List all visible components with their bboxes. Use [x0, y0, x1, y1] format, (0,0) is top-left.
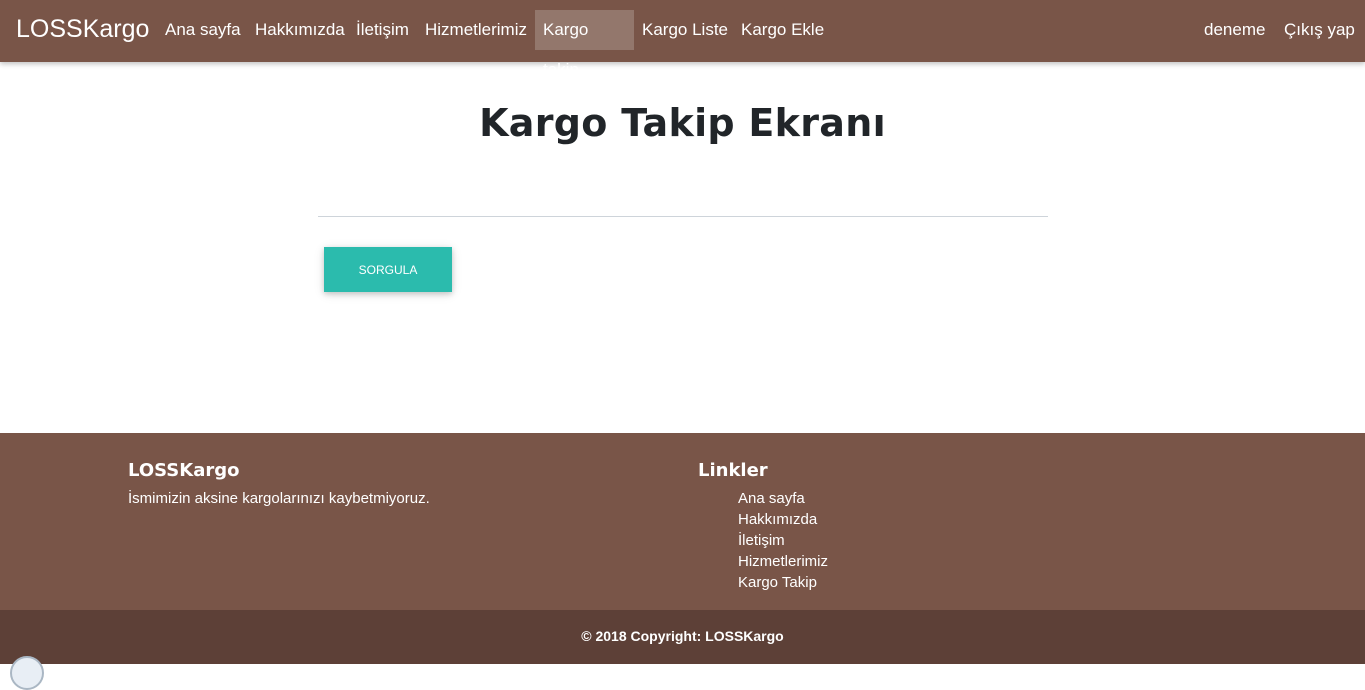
footer-link-ana-sayfa[interactable]: Ana sayfa — [738, 490, 805, 507]
footer-link-hizmetlerimiz[interactable]: Hizmetlerimiz — [738, 553, 828, 570]
tracking-number-input[interactable] — [318, 180, 1048, 217]
nav-link-kargo-ekle[interactable]: Kargo Ekle — [733, 10, 832, 50]
copyright-text: © 2018 Copyright: LOSSKargo — [581, 628, 784, 644]
page-title: Kargo Takip Ekranı — [479, 101, 886, 145]
footer-brand-title: LOSSKargo — [128, 460, 240, 481]
footer-links-list: Ana sayfa Hakkımızda İletişim Hizmetleri… — [738, 490, 828, 595]
footer-tagline: İsmimizin aksine kargolarınızı kaybetmiy… — [128, 490, 430, 507]
nav-link-kargo-liste[interactable]: Kargo Liste — [634, 10, 736, 50]
nav-link-hizmetlerimiz[interactable]: Hizmetlerimiz — [417, 10, 535, 50]
footer-link-item: İletişim — [738, 532, 828, 553]
footer-link-item: Hizmetlerimiz — [738, 553, 828, 574]
nav-link-ana-sayfa[interactable]: Ana sayfa — [157, 10, 249, 50]
floating-avatar-icon[interactable] — [10, 656, 44, 690]
footer-link-iletisim[interactable]: İletişim — [738, 532, 785, 549]
logout-link[interactable]: Çıkış yap — [1276, 10, 1363, 50]
footer-link-kargo-takip[interactable]: Kargo Takip — [738, 574, 817, 591]
nav-link-iletisim[interactable]: İletişim — [348, 10, 417, 50]
user-link[interactable]: deneme — [1196, 10, 1273, 50]
footer-link-hakkimizda[interactable]: Hakkımızda — [738, 511, 817, 528]
footer-link-item: Kargo Takip — [738, 574, 828, 595]
navbar: LOSSKargo Ana sayfa Hakkımızda İletişim … — [0, 0, 1365, 79]
nav-link-kargo-takip[interactable]: Kargo takip — [535, 10, 634, 79]
footer: LOSSKargo İsmimizin aksine kargolarınızı… — [0, 433, 1365, 610]
sorgula-button[interactable]: SORGULA — [324, 247, 452, 292]
footer-link-item: Ana sayfa — [738, 490, 828, 511]
footer-links-title: Linkler — [698, 460, 768, 481]
copyright-bar: © 2018 Copyright: LOSSKargo — [0, 610, 1365, 664]
footer-link-item: Hakkımızda — [738, 511, 828, 532]
nav-link-hakkimizda[interactable]: Hakkımızda — [247, 10, 353, 50]
brand-link[interactable]: LOSSKargo — [16, 15, 149, 44]
